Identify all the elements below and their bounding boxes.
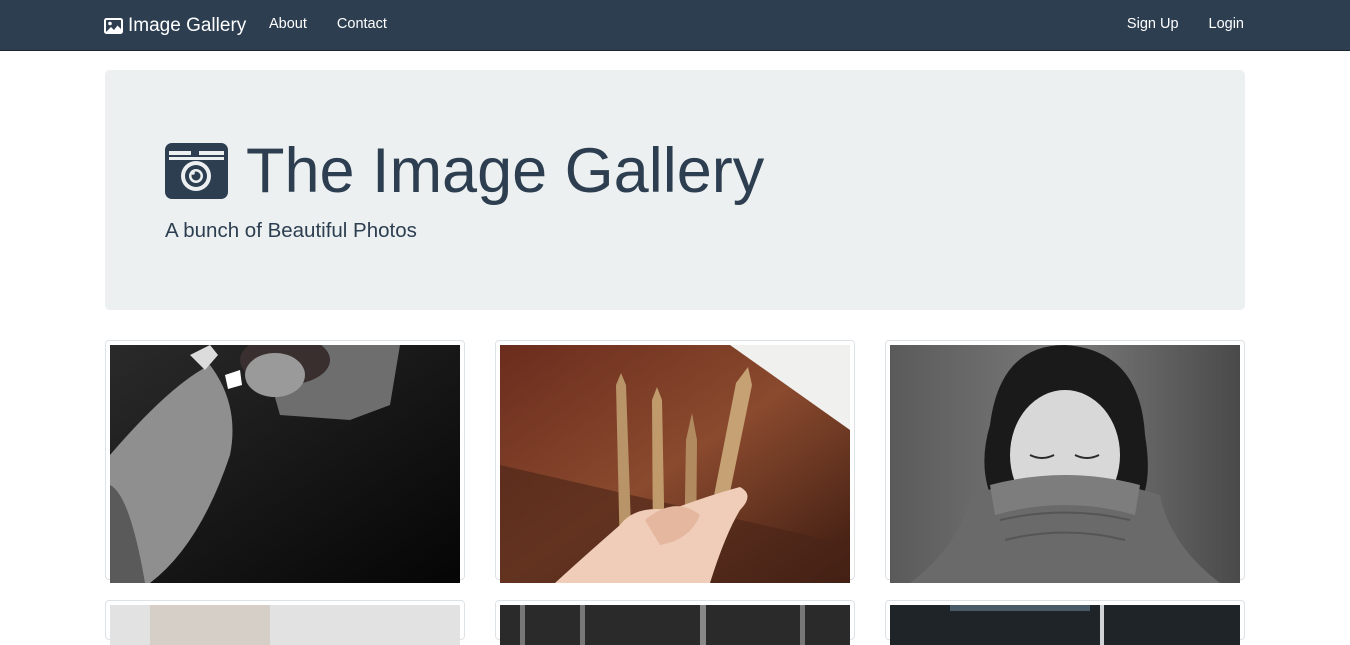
gallery-thumbnail-1[interactable] (105, 340, 465, 583)
nav-link-sign-up[interactable]: Sign Up (1127, 16, 1179, 32)
nav-link-contact[interactable]: Contact (337, 16, 387, 32)
brand-link[interactable]: Image Gallery (104, 14, 246, 38)
photo-6 (890, 605, 1240, 645)
camera-icon (165, 143, 228, 199)
nav-left: About Contact (269, 16, 387, 32)
jumbotron: The Image Gallery A bunch of Beautiful P… (105, 70, 1245, 310)
brand-label: Image Gallery (128, 15, 247, 36)
page-title-text: The Image Gallery (246, 136, 765, 206)
photo-person-with-cigarette (110, 345, 460, 583)
photo-4 (110, 605, 460, 645)
nav-right: Sign Up Login (1127, 16, 1244, 32)
gallery-thumbnail-4[interactable] (105, 600, 465, 645)
photo-woman-turtleneck (890, 345, 1240, 583)
page-subtitle: A bunch of Beautiful Photos (165, 219, 417, 242)
image-icon (104, 18, 123, 34)
gallery-thumbnail-6[interactable] (885, 600, 1245, 645)
nav-link-about[interactable]: About (269, 16, 307, 32)
gallery-thumbnail-5[interactable] (495, 600, 855, 645)
photo-hand-holding-pencils (500, 345, 850, 583)
nav-link-login[interactable]: Login (1209, 16, 1244, 32)
gallery-thumbnail-2[interactable] (495, 340, 855, 583)
navbar: Image Gallery About Contact Sign Up Logi… (0, 0, 1350, 51)
photo-5 (500, 605, 850, 645)
gallery-thumbnail-3[interactable] (885, 340, 1245, 583)
page-title: The Image Gallery (165, 138, 764, 204)
